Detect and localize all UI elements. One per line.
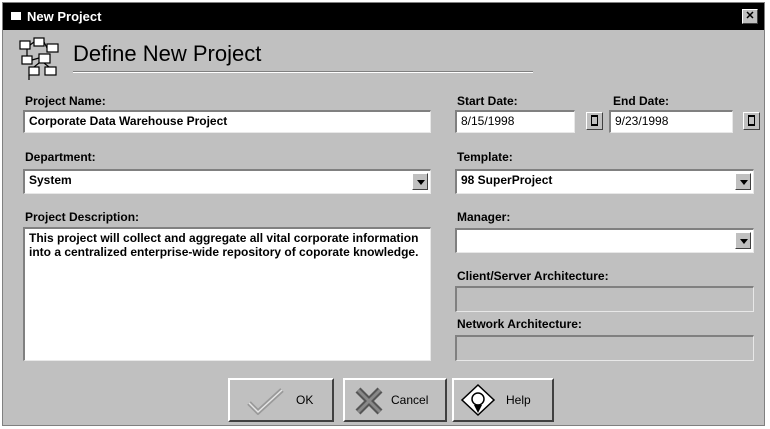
cancel-label: Cancel bbox=[391, 393, 429, 407]
network-architecture-field bbox=[455, 335, 754, 361]
start-date-field[interactable]: 8/15/1998 bbox=[455, 110, 575, 133]
network-icon bbox=[19, 37, 59, 80]
system-menu-icon[interactable] bbox=[11, 12, 21, 20]
description-label: Project Description: bbox=[25, 210, 140, 224]
ok-button[interactable]: OK bbox=[228, 378, 334, 422]
start-date-spinner[interactable] bbox=[586, 112, 603, 130]
help-icon bbox=[460, 383, 496, 417]
x-mark-icon bbox=[355, 387, 383, 415]
project-name-label: Project Name: bbox=[25, 94, 106, 108]
department-label: Department: bbox=[25, 150, 96, 164]
start-date-label: Start Date: bbox=[457, 94, 518, 108]
page-title: Define New Project bbox=[73, 41, 262, 66]
help-label: Help bbox=[506, 393, 531, 407]
manager-label: Manager: bbox=[457, 210, 511, 224]
end-date-field[interactable]: 9/23/1998 bbox=[609, 110, 733, 133]
department-value: System bbox=[29, 173, 72, 187]
template-select[interactable]: 98 SuperProject bbox=[455, 169, 754, 194]
checkmark-icon bbox=[247, 388, 284, 415]
chevron-down-icon[interactable] bbox=[735, 173, 751, 190]
title-bar[interactable]: New Project ✕ bbox=[3, 3, 764, 30]
cancel-button[interactable]: Cancel bbox=[343, 378, 447, 422]
client-server-field bbox=[455, 286, 754, 312]
template-label: Template: bbox=[457, 150, 513, 164]
project-description-textarea[interactable]: This project will collect and aggregate … bbox=[23, 227, 431, 361]
header-divider bbox=[73, 71, 533, 73]
ok-label: OK bbox=[296, 393, 314, 407]
client-server-label: Client/Server Architecture: bbox=[457, 269, 609, 283]
spin-icon bbox=[591, 115, 598, 126]
help-button[interactable]: Help bbox=[452, 378, 554, 422]
network-architecture-label: Network Architecture: bbox=[457, 317, 582, 331]
end-date-label: End Date: bbox=[613, 94, 670, 108]
spin-icon bbox=[748, 115, 755, 126]
chevron-down-icon[interactable] bbox=[735, 232, 751, 249]
chevron-down-icon[interactable] bbox=[412, 173, 428, 190]
window-title: New Project bbox=[27, 9, 102, 24]
template-value: 98 SuperProject bbox=[461, 173, 553, 187]
end-date-spinner[interactable] bbox=[743, 112, 760, 130]
manager-select[interactable] bbox=[455, 228, 754, 253]
department-select[interactable]: System bbox=[23, 169, 431, 194]
new-project-dialog: New Project ✕ Define New Project Project… bbox=[2, 2, 765, 426]
project-name-field[interactable]: Corporate Data Warehouse Project bbox=[23, 110, 431, 133]
close-button[interactable]: ✕ bbox=[742, 9, 758, 24]
